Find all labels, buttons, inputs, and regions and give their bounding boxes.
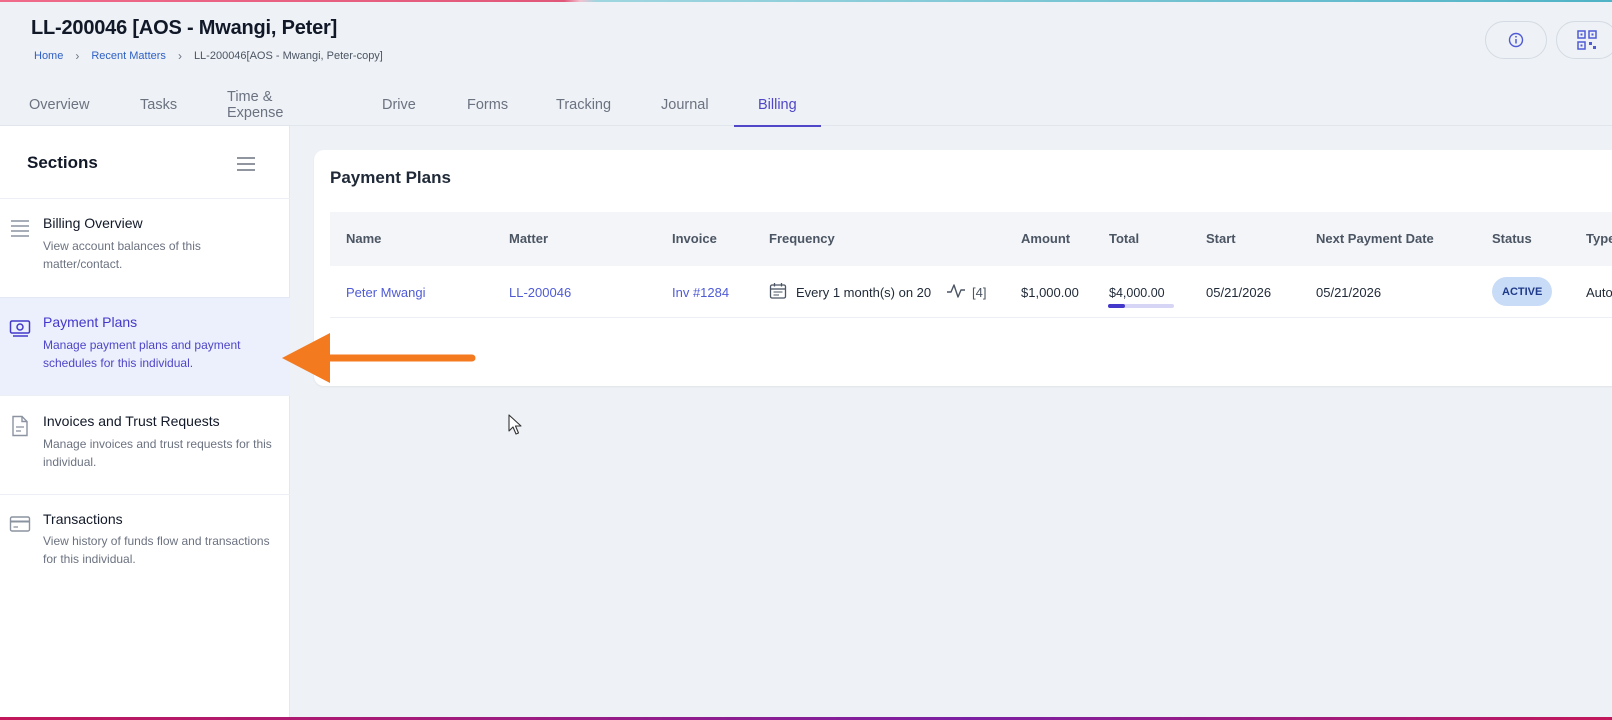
row-amount: $1,000.00: [1021, 285, 1079, 300]
orange-pointer-arrow-icon: [282, 333, 476, 383]
breadcrumb-chevron-icon: ›: [75, 49, 80, 63]
sidebar-item-description: View history of funds flow and transacti…: [43, 534, 270, 566]
payment-plans-card: Payment Plans Name Matter Invoice Freque…: [314, 150, 1612, 386]
breadcrumb-chevron-icon: ›: [177, 49, 182, 63]
row-invoice-link[interactable]: Inv #1284: [672, 285, 729, 300]
tab-drive[interactable]: Drive: [382, 84, 416, 126]
column-header-matter[interactable]: Matter: [509, 231, 548, 246]
hamburger-menu-icon[interactable]: [236, 156, 256, 172]
sidebar-item-payment-plans[interactable]: Payment Plans Manage payment plans and p…: [0, 297, 290, 395]
activity-icon[interactable]: [946, 282, 966, 300]
sections-sidebar: Sections Billing Overview View account b…: [0, 126, 290, 717]
row-type: Auto: [1586, 285, 1612, 300]
list-icon: [11, 220, 29, 237]
tab-time-expense[interactable]: Time & Expense: [227, 84, 283, 126]
sidebar-item-label: Payment Plans: [43, 314, 138, 330]
sidebar-item-description: Manage invoices and trust requests for t…: [43, 437, 272, 469]
document-icon: [12, 415, 28, 437]
tab-forms[interactable]: Forms: [467, 84, 508, 126]
row-frequency: Every 1 month(s) on 20: [796, 285, 932, 300]
column-header-total[interactable]: Total: [1109, 231, 1139, 246]
row-next-payment-date: 05/21/2026: [1316, 285, 1382, 300]
column-header-frequency[interactable]: Frequency: [769, 231, 835, 246]
row-total: $4,000.00: [1109, 286, 1165, 300]
sidebar-item-label: Transactions: [43, 511, 123, 527]
sidebar-item-invoices-trust-requests[interactable]: Invoices and Trust Requests Manage invoi…: [0, 395, 290, 494]
page-title: LL-200046 [AOS - Mwangi, Peter]: [31, 17, 338, 39]
tab-billing[interactable]: Billing: [734, 84, 821, 127]
qr-code-button[interactable]: [1556, 21, 1612, 59]
sidebar-item-transactions[interactable]: Transactions View history of funds flow …: [0, 494, 290, 594]
tab-overview[interactable]: Overview: [29, 84, 89, 126]
sidebar-item-billing-overview[interactable]: Billing Overview View account balances o…: [0, 198, 290, 297]
column-header-type[interactable]: Type: [1586, 231, 1612, 246]
sidebar-item-description: Manage payment plans and payment schedul…: [43, 338, 241, 370]
table-header: Name Matter Invoice Frequency Amount Tot…: [330, 212, 1612, 266]
total-progress-bar: [1108, 304, 1174, 308]
total-progress-fill: [1108, 304, 1125, 308]
row-start-date: 05/21/2026: [1206, 285, 1272, 300]
row-payment-count: [4]: [972, 285, 987, 300]
breadcrumb-recent-matters-link[interactable]: Recent Matters: [91, 50, 166, 62]
mouse-cursor-icon: [508, 414, 522, 435]
column-header-invoice[interactable]: Invoice: [672, 231, 717, 246]
column-header-start[interactable]: Start: [1206, 231, 1236, 246]
calendar-icon: [769, 283, 787, 299]
table-row[interactable]: Peter Mwangi LL-200046 Inv #1284 Every 1…: [330, 266, 1612, 318]
column-header-next-payment-date[interactable]: Next Payment Date: [1316, 231, 1434, 246]
credit-card-icon: [9, 516, 31, 532]
column-header-name[interactable]: Name: [346, 231, 381, 246]
breadcrumb-current: LL-200046[AOS - Mwangi, Peter-copy]: [193, 50, 383, 62]
qr-code-icon: [1577, 30, 1597, 50]
tab-tracking[interactable]: Tracking: [556, 84, 611, 126]
sidebar-item-label: Billing Overview: [43, 215, 143, 231]
status-badge: ACTIVE: [1492, 277, 1553, 306]
sections-title: Sections: [27, 153, 98, 172]
tab-tasks[interactable]: Tasks: [140, 84, 177, 126]
payment-plans-title: Payment Plans: [330, 168, 451, 187]
info-icon: [1508, 32, 1524, 48]
money-icon: [9, 320, 31, 337]
row-name-link[interactable]: Peter Mwangi: [346, 285, 425, 300]
tab-journal[interactable]: Journal: [661, 84, 709, 126]
column-header-status[interactable]: Status: [1492, 231, 1532, 246]
sidebar-item-description: View account balances of this matter/con…: [43, 239, 201, 271]
column-header-amount[interactable]: Amount: [1021, 231, 1070, 246]
breadcrumb: Home › Recent Matters › LL-200046[AOS - …: [34, 49, 383, 63]
sidebar-item-label: Invoices and Trust Requests: [43, 413, 220, 429]
info-button[interactable]: [1485, 21, 1547, 59]
breadcrumb-home-link[interactable]: Home: [34, 50, 63, 62]
row-matter-link[interactable]: LL-200046: [509, 285, 571, 300]
page-header: LL-200046 [AOS - Mwangi, Peter] Home › R…: [0, 2, 1612, 127]
